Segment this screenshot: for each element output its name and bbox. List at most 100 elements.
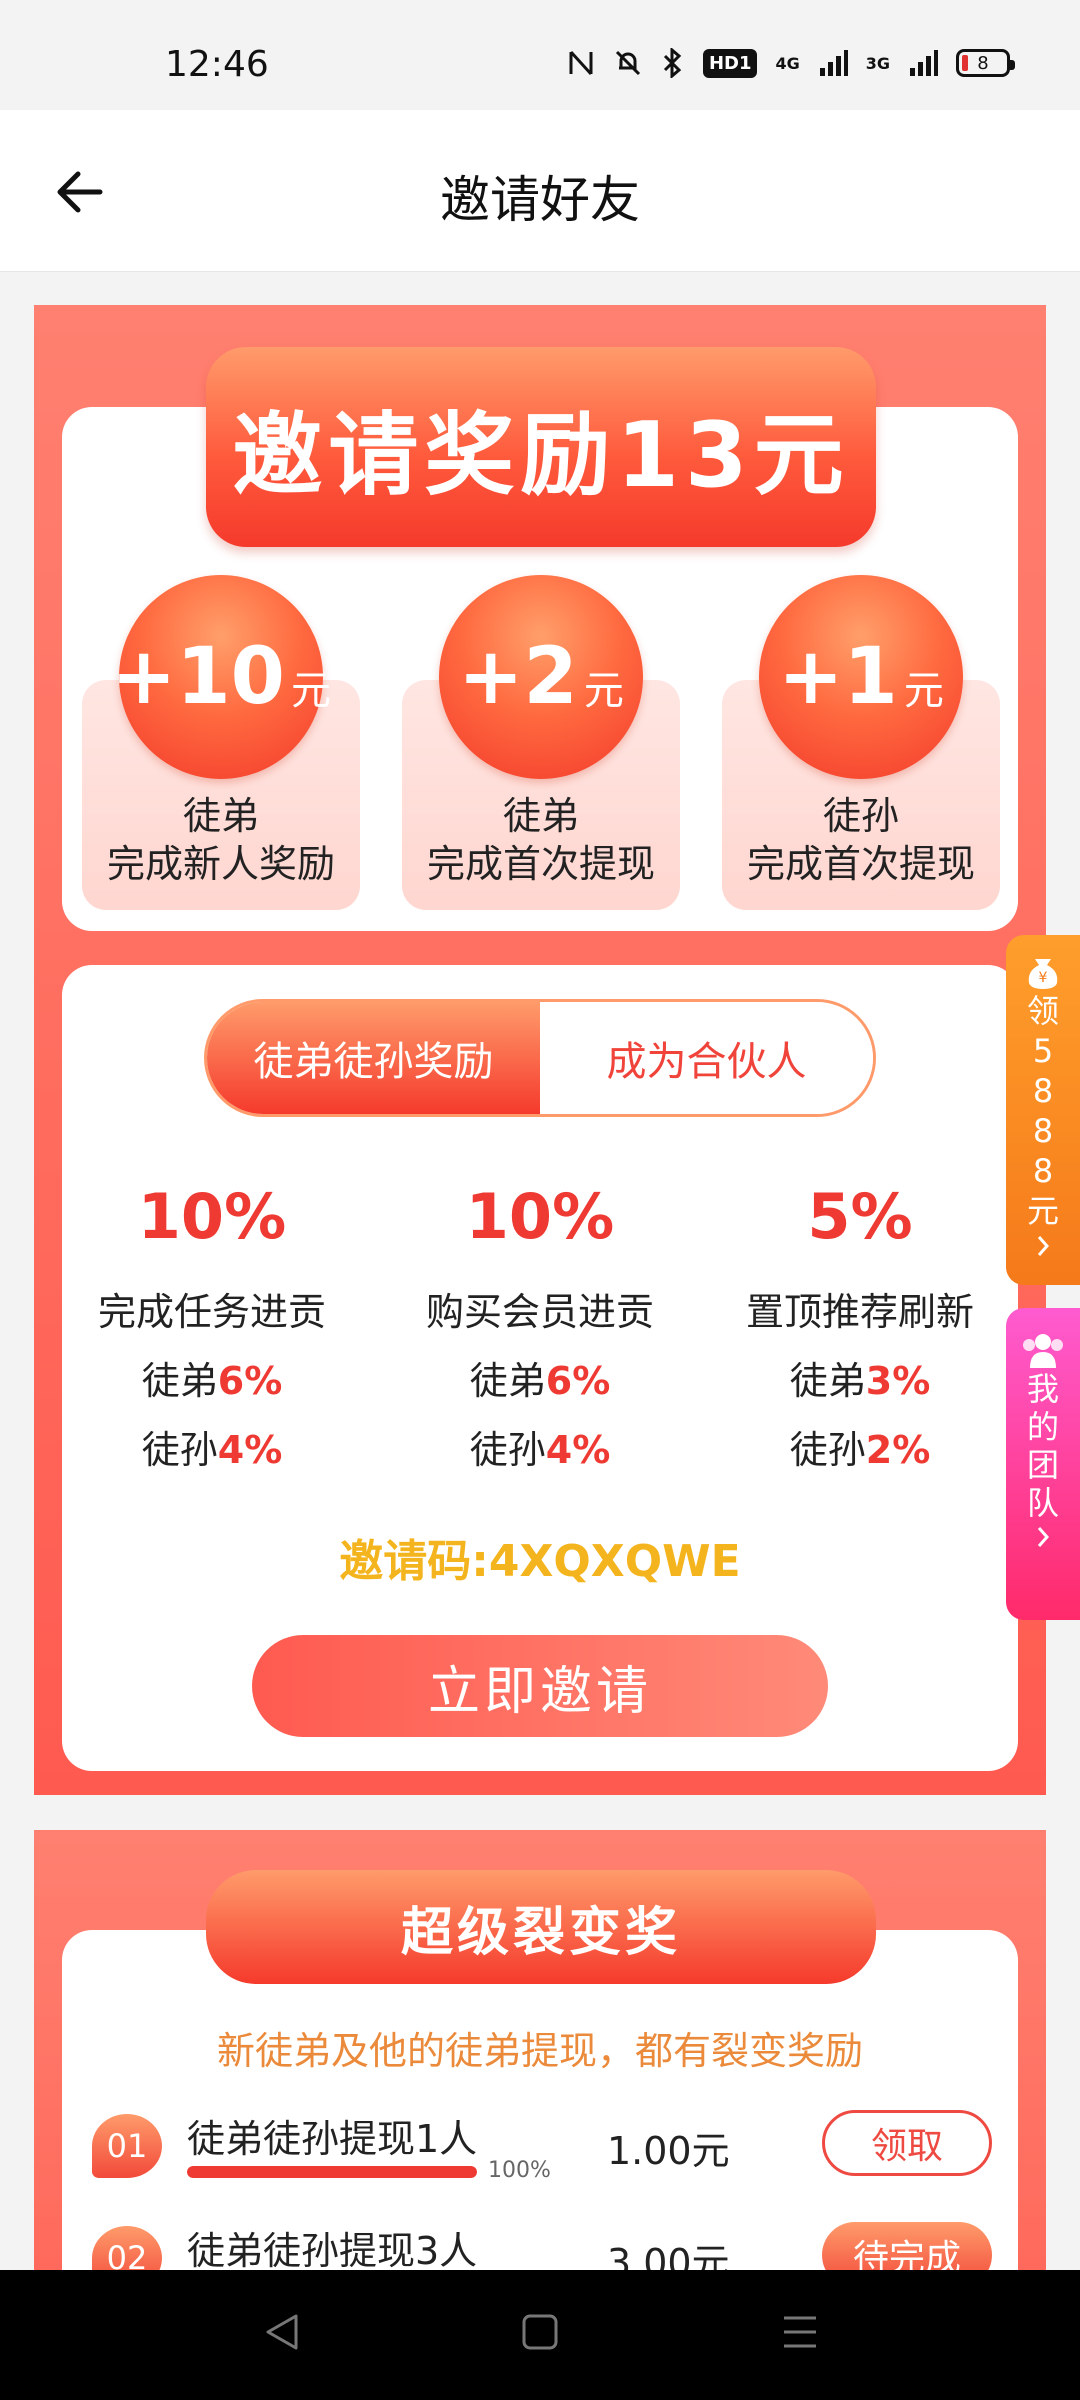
app-header: 邀请好友 bbox=[0, 110, 1080, 272]
status-time: 12:46 bbox=[165, 44, 269, 85]
side-char: 领 bbox=[1026, 992, 1059, 1030]
stat-grand-line: 徒孙4% bbox=[390, 1419, 690, 1474]
reward-label-3: 徒孙 完成首次提现 bbox=[722, 792, 1000, 888]
stat-percent: 10% bbox=[465, 1180, 615, 1253]
reward-unit: 元 bbox=[903, 668, 944, 714]
side-char: 5 bbox=[1032, 1032, 1054, 1070]
stat-apprentice-pct: 3% bbox=[865, 1359, 931, 1403]
network-label-1: 4G bbox=[775, 53, 800, 73]
battery-level: 8 bbox=[977, 52, 989, 74]
stat-percent: 5% bbox=[807, 1180, 913, 1253]
status-icons: HD1 4G 3G 8 bbox=[567, 48, 1015, 78]
stat-apprentice-line: 徒弟6% bbox=[390, 1350, 690, 1405]
signal-icon-2 bbox=[910, 50, 938, 76]
reward-label-line1: 徒弟 bbox=[182, 794, 259, 838]
stat-grand-line: 徒孙2% bbox=[710, 1419, 1010, 1474]
stat-grand-label: 徒孙 bbox=[789, 1428, 866, 1472]
my-team-side-tab[interactable]: 我 的 团 队 bbox=[1006, 1308, 1080, 1620]
stat-description: 置顶推荐刷新 bbox=[745, 1290, 974, 1334]
invite-panel: 邀请奖励13元 +10 元 +2 元 +1 元 徒弟 完成新人奖励 徒弟 完成首… bbox=[34, 305, 1046, 1795]
nav-menu-icon[interactable] bbox=[780, 2310, 820, 2354]
fission-banner: 超级裂变奖 bbox=[206, 1870, 876, 1984]
side-char: 队 bbox=[1026, 1484, 1059, 1522]
tab-become-partner[interactable]: 成为合伙人 bbox=[540, 1002, 873, 1114]
system-nav-bar bbox=[0, 2270, 1080, 2400]
stat-description: 完成任务进贡 bbox=[97, 1290, 326, 1334]
stat-grand-pct: 4% bbox=[217, 1428, 283, 1472]
chevron-right-icon bbox=[1037, 1236, 1050, 1256]
hd-badge: HD1 bbox=[702, 48, 758, 78]
row-progress-text: 100% bbox=[488, 2158, 551, 2183]
row-label: 徒弟徒孙提现1人 bbox=[187, 2117, 478, 2161]
reward-amount-circle-3: +1 元 bbox=[759, 575, 963, 779]
stat-grand-label: 徒孙 bbox=[141, 1428, 218, 1472]
reward-amount: +10 bbox=[111, 632, 285, 722]
tab-bar: 徒弟徒孙奖励 成为合伙人 bbox=[204, 999, 876, 1117]
reward-amount-circle-1: +10 元 bbox=[111, 575, 331, 779]
row-number-badge: 01 bbox=[92, 2114, 162, 2178]
stat-description: 购买会员进贡 bbox=[425, 1290, 654, 1334]
stat-membership: 10% 购买会员进贡 徒弟6% 徒孙4% bbox=[390, 1180, 690, 1474]
row-progress-fill bbox=[187, 2166, 477, 2178]
reward-label-line2: 完成首次提现 bbox=[426, 842, 655, 886]
my-team-text: 我 的 团 队 bbox=[1027, 1370, 1059, 1522]
row-label: 徒弟徒孙提现3人 bbox=[187, 2229, 478, 2273]
stat-grand-line: 徒孙4% bbox=[62, 1419, 362, 1474]
reward-banner: 邀请奖励13元 bbox=[206, 347, 876, 547]
stat-top-refresh: 5% 置顶推荐刷新 徒弟3% 徒孙2% bbox=[710, 1180, 1010, 1474]
nfc-icon bbox=[569, 50, 593, 76]
stat-percent: 10% bbox=[137, 1180, 287, 1253]
fission-row-1: 01 徒弟徒孙提现1人 100% 1.00元 领取 bbox=[92, 2110, 992, 2200]
money-bag-icon: ¥ bbox=[1028, 959, 1058, 989]
chevron-right-icon bbox=[1037, 1527, 1050, 1547]
side-char: 的 bbox=[1026, 1408, 1059, 1446]
reward-label-2: 徒弟 完成首次提现 bbox=[402, 792, 680, 888]
stat-apprentice-line: 徒弟6% bbox=[62, 1350, 362, 1405]
nav-back-icon[interactable] bbox=[262, 2310, 302, 2354]
svg-text:¥: ¥ bbox=[1039, 970, 1048, 986]
side-char: 团 bbox=[1026, 1446, 1059, 1484]
stat-apprentice-pct: 6% bbox=[545, 1359, 611, 1403]
stat-apprentice-label: 徒弟 bbox=[141, 1359, 218, 1403]
status-bar: 12:46 HD1 4G 3G 8 bbox=[0, 0, 1080, 110]
stat-apprentice-pct: 6% bbox=[217, 1359, 283, 1403]
reward-amount: +1 bbox=[778, 632, 898, 722]
side-char: 8 bbox=[1032, 1072, 1054, 1110]
claim-cash-side-tab[interactable]: ¥ 领 5 8 8 8 元 bbox=[1006, 935, 1080, 1285]
reward-amount-circle-2: +2 元 bbox=[439, 575, 643, 779]
stat-apprentice-line: 徒弟3% bbox=[710, 1350, 1010, 1405]
invite-now-button[interactable]: 立即邀请 bbox=[252, 1635, 828, 1737]
stat-task: 10% 完成任务进贡 徒弟6% 徒孙4% bbox=[62, 1180, 362, 1474]
tab-apprentice-rewards[interactable]: 徒弟徒孙奖励 bbox=[207, 1002, 540, 1114]
network-label-2: 3G bbox=[865, 53, 890, 73]
stat-apprentice-label: 徒弟 bbox=[469, 1359, 546, 1403]
claim-cash-text: 领 5 8 8 8 元 bbox=[1027, 991, 1059, 1231]
stat-apprentice-label: 徒弟 bbox=[789, 1359, 866, 1403]
reward-label-1: 徒弟 完成新人奖励 bbox=[82, 792, 360, 888]
stat-grand-pct: 4% bbox=[545, 1428, 611, 1472]
side-char: 元 bbox=[1026, 1192, 1059, 1230]
page-title: 邀请好友 bbox=[440, 171, 640, 229]
reward-amount: +2 bbox=[458, 632, 578, 722]
stat-grand-label: 徒孙 bbox=[469, 1428, 546, 1472]
side-char: 8 bbox=[1032, 1152, 1054, 1190]
mute-bell-icon bbox=[615, 50, 640, 76]
invite-code[interactable]: 邀请码:4XQXQWE bbox=[62, 1525, 1018, 1589]
reward-unit: 元 bbox=[290, 668, 331, 714]
side-char: 我 bbox=[1026, 1370, 1059, 1408]
nav-home-icon[interactable] bbox=[520, 2310, 560, 2354]
team-icon bbox=[1023, 1334, 1063, 1368]
reward-label-line2: 完成新人奖励 bbox=[106, 842, 335, 886]
fission-subtitle: 新徒弟及他的徒弟提现，都有裂变奖励 bbox=[216, 2029, 863, 2073]
signal-icon-1 bbox=[819, 50, 848, 76]
reward-unit: 元 bbox=[583, 668, 624, 714]
row-amount: 1.00元 bbox=[607, 2129, 730, 2173]
battery-icon: 8 bbox=[956, 49, 1015, 77]
claim-button[interactable]: 领取 bbox=[822, 2110, 992, 2176]
side-char: 8 bbox=[1032, 1112, 1054, 1150]
stat-grand-pct: 2% bbox=[865, 1428, 931, 1472]
reward-label-line1: 徒孙 bbox=[822, 794, 899, 838]
bluetooth-icon bbox=[663, 48, 682, 78]
reward-label-line1: 徒弟 bbox=[502, 794, 579, 838]
commission-card: 徒弟徒孙奖励 成为合伙人 10% 完成任务进贡 徒弟6% 徒孙4% 10% 购买… bbox=[62, 965, 1018, 1771]
